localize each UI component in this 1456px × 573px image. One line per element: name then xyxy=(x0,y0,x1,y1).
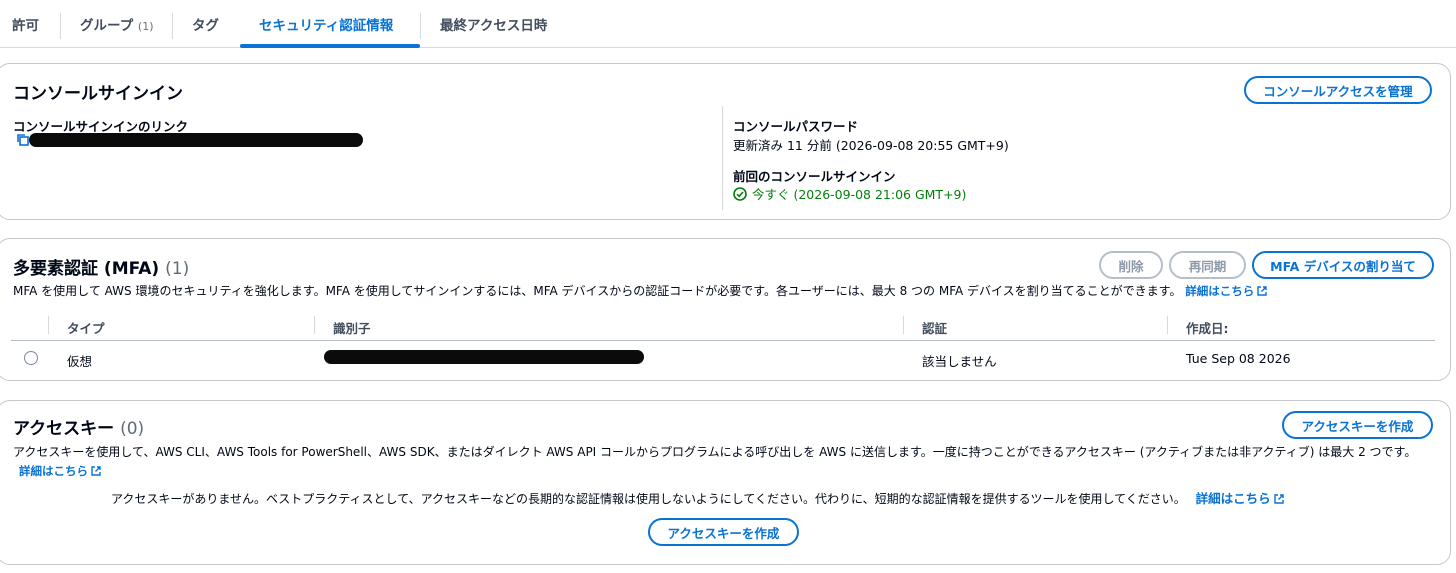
empty-state-create-access-key-button[interactable]: アクセスキーを作成 xyxy=(648,518,799,546)
tab-label: 最終アクセス日時 xyxy=(440,18,548,34)
access-keys-empty-state: アクセスキーがありません。ベストプラクティスとして、アクセスキーなどの長期的な認… xyxy=(111,489,1284,509)
mfa-delete-button[interactable]: 削除 xyxy=(1099,251,1163,279)
tab-divider xyxy=(420,13,421,39)
column-header-type: タイプ xyxy=(67,321,105,336)
column-header-auth: 認証 xyxy=(922,321,948,336)
copy-icon[interactable] xyxy=(17,134,29,146)
console-signin-title: コンソールサインイン xyxy=(13,84,183,104)
external-link-icon xyxy=(1257,286,1267,296)
column-divider xyxy=(314,316,315,334)
last-signin-status: 今すぐ (2026-09-08 21:06 GMT+9) xyxy=(733,184,966,203)
mfa-row-radio[interactable] xyxy=(24,351,38,365)
access-keys-description: アクセスキーを使用して、AWS CLI、AWS Tools for PowerS… xyxy=(13,443,1433,481)
table-header-divider xyxy=(11,340,1435,341)
column-divider xyxy=(48,316,49,334)
create-access-key-button[interactable]: アクセスキーを作成 xyxy=(1282,411,1433,439)
empty-state-message: アクセスキーがありません。ベストプラクティスとして、アクセスキーなどの長期的な認… xyxy=(111,492,1186,506)
tab-label: タグ xyxy=(192,18,219,34)
mfa-count: (1) xyxy=(165,259,190,279)
tab-groups[interactable]: グループ (1) xyxy=(80,14,154,34)
mfa-learn-more-link[interactable]: 詳細はこちら xyxy=(1185,284,1267,298)
access-keys-description-text: アクセスキーを使用して、AWS CLI、AWS Tools for PowerS… xyxy=(13,445,1417,459)
mfa-panel: 多要素認証 (MFA) (1) 削除 再同期 MFA デバイスの割り当て MFA… xyxy=(0,238,1451,381)
tab-label: 許可 xyxy=(12,18,39,34)
mfa-description: MFA を使用して AWS 環境のセキュリティを強化します。MFA を使用してサ… xyxy=(13,282,1267,301)
mfa-row-type: 仮想 xyxy=(67,354,93,369)
tab-label: セキュリティ認証情報 xyxy=(259,18,394,34)
mfa-resync-button[interactable]: 再同期 xyxy=(1169,251,1246,279)
access-keys-learn-more-link[interactable]: 詳細はこちら xyxy=(19,464,101,478)
tab-bar: 許可 グループ (1) タグ セキュリティ認証情報 最終アクセス日時 xyxy=(0,0,1456,48)
redacted-mfa-identifier xyxy=(324,350,644,364)
column-header-created: 作成日: xyxy=(1186,321,1229,336)
external-link-icon xyxy=(1273,494,1284,504)
tab-last-accessed[interactable]: 最終アクセス日時 xyxy=(440,14,547,34)
mfa-row-auth: 該当しません xyxy=(922,354,997,369)
console-password-value: 更新済み 11 分前 (2026-09-08 20:55 GMT+9) xyxy=(733,138,1009,153)
empty-state-learn-more-link[interactable]: 詳細はこちら xyxy=(1196,491,1284,506)
column-divider xyxy=(1167,316,1168,334)
tab-divider xyxy=(172,13,173,39)
tab-tags[interactable]: タグ xyxy=(192,14,219,34)
link-label: 詳細はこちら xyxy=(1195,491,1271,506)
access-keys-panel: アクセスキー (0) アクセスキーを作成 アクセスキーを使用して、AWS CLI… xyxy=(0,400,1451,565)
tab-label: グループ xyxy=(80,18,134,34)
console-signin-panel: コンソールサインイン コンソールアクセスを管理 コンソールサインインのリンク コ… xyxy=(0,63,1451,220)
access-keys-count: (0) xyxy=(120,419,145,439)
mfa-description-text: MFA を使用して AWS 環境のセキュリティを強化します。MFA を使用してサ… xyxy=(13,284,1182,298)
column-divider xyxy=(722,106,723,210)
redacted-signin-link xyxy=(29,133,363,147)
link-label: 詳細はこちら xyxy=(19,464,88,478)
access-keys-title: アクセスキー (0) xyxy=(13,414,144,439)
last-signin-value: 今すぐ (2026-09-08 21:06 GMT+9) xyxy=(752,187,967,202)
active-tab-indicator xyxy=(240,44,420,48)
tab-security-credentials[interactable]: セキュリティ認証情報 xyxy=(259,14,393,34)
manage-console-access-button[interactable]: コンソールアクセスを管理 xyxy=(1244,76,1432,104)
mfa-row-created: Tue Sep 08 2026 xyxy=(1186,351,1291,366)
tab-divider xyxy=(60,13,61,39)
last-signin-label: 前回のコンソールサインイン xyxy=(733,169,896,184)
tab-count: (1) xyxy=(137,20,154,33)
column-divider xyxy=(903,316,904,334)
column-header-identifier: 識別子 xyxy=(333,321,371,336)
assign-mfa-device-button[interactable]: MFA デバイスの割り当て xyxy=(1252,251,1434,279)
mfa-title: 多要素認証 (MFA) (1) xyxy=(13,254,189,279)
console-password-label: コンソールパスワード xyxy=(733,119,859,134)
access-keys-title-text: アクセスキー xyxy=(13,419,115,439)
success-check-icon xyxy=(733,186,747,201)
external-link-icon xyxy=(91,466,101,476)
link-label: 詳細はこちら xyxy=(1185,284,1255,298)
tab-permissions[interactable]: 許可 xyxy=(12,14,39,34)
mfa-title-text: 多要素認証 (MFA) xyxy=(13,259,160,279)
